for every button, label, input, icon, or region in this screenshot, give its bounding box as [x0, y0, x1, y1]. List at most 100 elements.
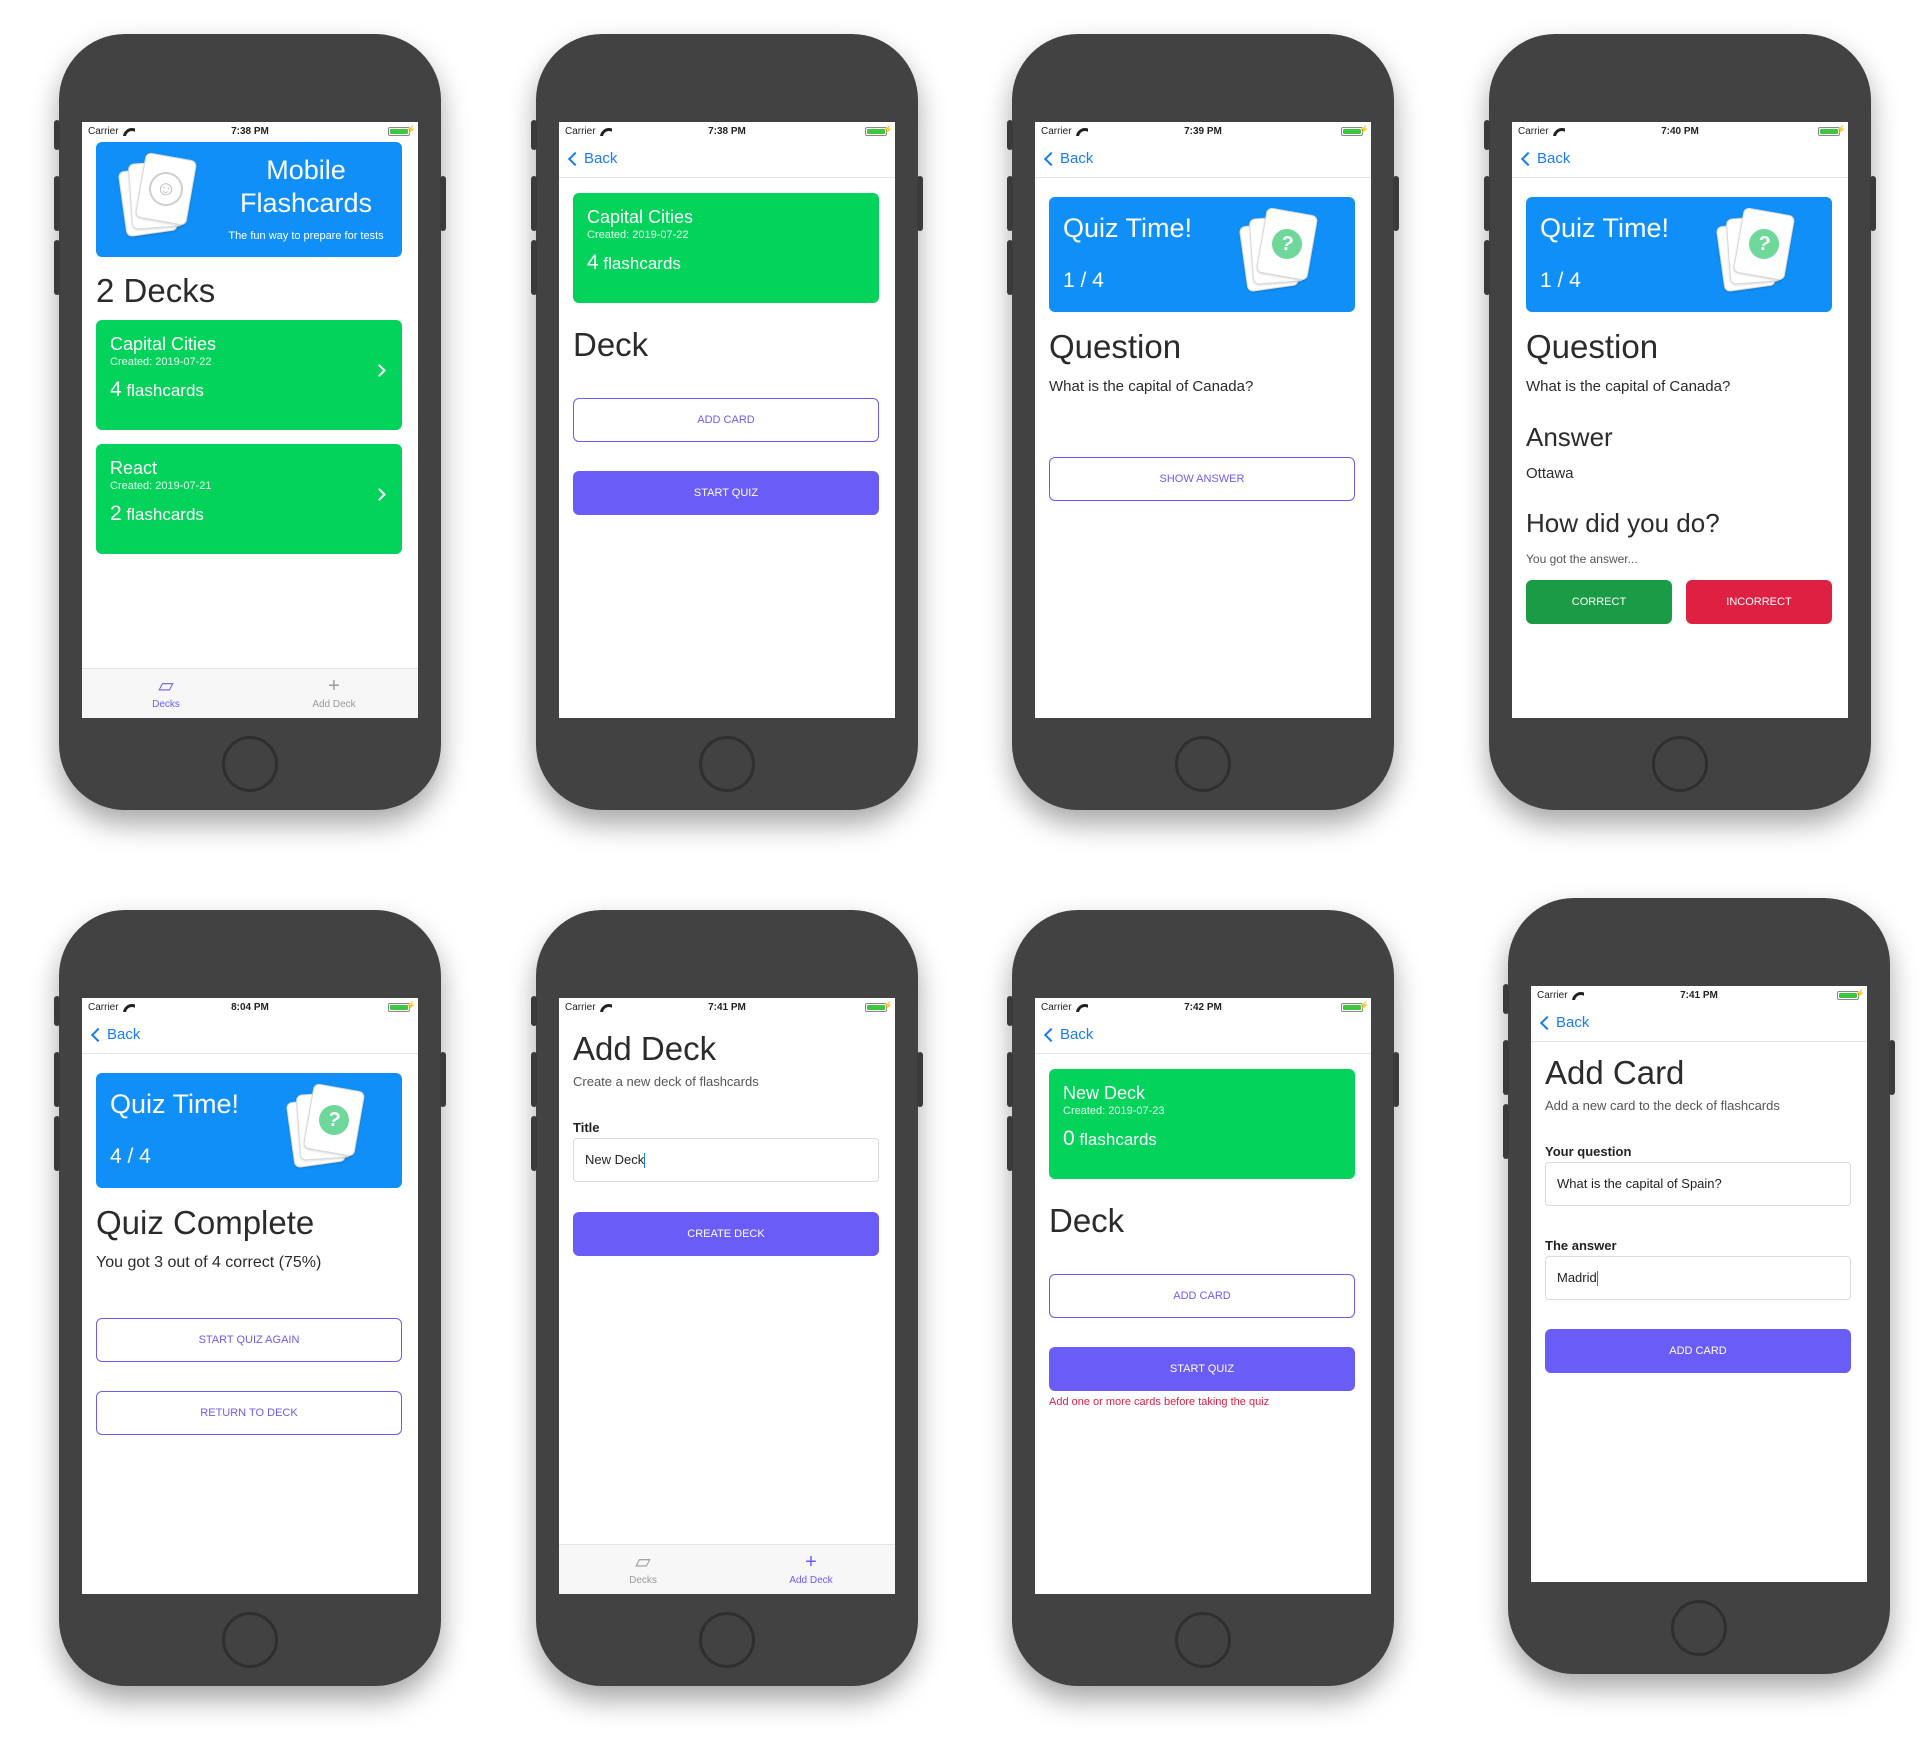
back-button[interactable]: Back [1043, 1026, 1093, 1043]
deck-count: 4 flashcards [587, 251, 865, 275]
back-label: Back [107, 1026, 141, 1043]
mute-switch [54, 996, 60, 1026]
start-quiz-button[interactable]: START QUIZ [573, 471, 879, 515]
nav-bar: Back [1531, 1006, 1867, 1042]
question-heading: Question [1526, 328, 1659, 365]
question-text: What is the capital of Canada? [1526, 378, 1731, 395]
quiz-banner: Quiz Time! 1 / 4 ? [1526, 197, 1832, 312]
nav-bar: Back [1035, 1018, 1371, 1054]
nav-bar: Back [1512, 142, 1848, 178]
charging-icon: ⚡ [1359, 125, 1369, 134]
phone-add-card: Carrier 7:41 PM ⚡ Back Add Card Add a ne… [1503, 898, 1895, 1674]
status-bar: Carrier 7:38 PM ⚡ [559, 122, 895, 142]
back-label: Back [1060, 150, 1094, 167]
answer-value: Madrid [1557, 1270, 1597, 1285]
plus-icon: + [805, 1551, 817, 1573]
question-mark-icon: ? [316, 1102, 352, 1138]
charging-icon: ⚡ [1855, 989, 1865, 998]
app-banner: ☺ Mobile Flashcards The fun way to prepa… [96, 142, 402, 257]
add-card-subtitle: Add a new card to the deck of flashcards [1545, 1098, 1780, 1113]
mute-switch [1007, 996, 1013, 1026]
banner-tagline: The fun way to prepare for tests [228, 230, 384, 242]
status-bar: Carrier 7:38 PM ⚡ [82, 122, 418, 142]
start-quiz-again-button[interactable]: START QUIZ AGAIN [96, 1318, 402, 1362]
back-button[interactable]: Back [1520, 150, 1570, 167]
back-button[interactable]: Back [567, 150, 617, 167]
deck-count-number: 4 [587, 251, 599, 274]
deck-heading: Deck [573, 326, 649, 363]
tab-add-deck[interactable]: + Add Deck [727, 1545, 895, 1594]
tab-decks[interactable]: ▱ Decks [559, 1545, 727, 1594]
screen: Carrier 7:38 PM ⚡ ☺ Mobile Flashcards Th… [82, 122, 418, 718]
deck-count-number: 0 [1063, 1127, 1075, 1150]
status-bar: Carrier 7:42 PM ⚡ [1035, 998, 1371, 1018]
mute-switch [54, 120, 60, 150]
power-button [917, 176, 923, 231]
power-button [1870, 176, 1876, 231]
add-card-submit-button[interactable]: ADD CARD [1545, 1329, 1851, 1373]
volume-down-button [54, 240, 60, 295]
mute-switch [1503, 984, 1509, 1014]
deck-title-input[interactable]: New Deck [573, 1138, 879, 1182]
back-button[interactable]: Back [1043, 150, 1093, 167]
add-card-button[interactable]: ADD CARD [573, 398, 879, 442]
status-bar: Carrier 8:04 PM ⚡ [82, 998, 418, 1018]
answer-heading: Answer [1526, 422, 1613, 452]
nav-bar: Back [559, 142, 895, 178]
deck-count: 0 flashcards [1063, 1127, 1341, 1151]
home-button [699, 1612, 755, 1668]
how-did-you-do-sub: You got the answer... [1526, 552, 1638, 566]
tab-add-deck[interactable]: + Add Deck [250, 669, 418, 718]
mute-switch [1007, 120, 1013, 150]
status-time: 7:40 PM [1661, 126, 1699, 137]
deck-created: Created: 2019-07-21 [110, 480, 212, 492]
chevron-left-icon [1043, 1027, 1059, 1042]
create-deck-button[interactable]: CREATE DECK [573, 1212, 879, 1256]
status-bar: Carrier 7:40 PM ⚡ [1512, 122, 1848, 142]
back-button[interactable]: Back [1539, 1014, 1589, 1031]
tab-decks[interactable]: ▱ Decks [82, 669, 250, 718]
nav-bar: Back [82, 1018, 418, 1054]
chevron-left-icon [90, 1027, 106, 1042]
show-answer-button[interactable]: SHOW ANSWER [1049, 457, 1355, 501]
volume-up-button [531, 1052, 537, 1107]
deck-created: Created: 2019-07-23 [1063, 1105, 1165, 1117]
volume-up-button [531, 176, 537, 231]
phone-quiz-answer: Carrier 7:40 PM ⚡ Back Quiz Time! 1 / 4 … [1484, 34, 1876, 810]
power-button [440, 1052, 446, 1107]
question-input[interactable]: What is the capital of Spain? [1545, 1162, 1851, 1206]
status-bar: Carrier 7:41 PM ⚡ [559, 998, 895, 1018]
deck-count-unit: flashcards [603, 254, 681, 273]
deck-title: React [110, 458, 158, 478]
charging-icon: ⚡ [883, 1001, 893, 1010]
banner-title: Mobile Flashcards [239, 155, 373, 218]
correct-button[interactable]: CORRECT [1526, 580, 1672, 624]
deck-card-react[interactable]: React Created: 2019-07-21 2 flashcards [96, 444, 402, 554]
text-cursor [1596, 1271, 1598, 1287]
power-button [1393, 176, 1399, 231]
return-to-deck-button[interactable]: RETURN TO DECK [96, 1391, 402, 1435]
answer-input[interactable]: Madrid [1545, 1256, 1851, 1300]
add-card-button[interactable]: ADD CARD [1049, 1274, 1355, 1318]
add-card-heading: Add Card [1545, 1054, 1685, 1091]
question-cards-icon: ? [1715, 206, 1796, 293]
deck-count: 4 flashcards [110, 378, 388, 402]
question-cards-icon: ? [285, 1082, 366, 1169]
question-heading: Question [1049, 328, 1182, 365]
volume-down-button [1007, 240, 1013, 295]
charging-icon: ⚡ [406, 125, 416, 134]
deck-card-capital-cities[interactable]: Capital Cities Created: 2019-07-22 4 fla… [96, 320, 402, 430]
screen: Carrier 7:40 PM ⚡ Back Quiz Time! 1 / 4 … [1512, 122, 1848, 718]
start-quiz-button[interactable]: START QUIZ [1049, 1347, 1355, 1391]
nav-bar: Back [1035, 142, 1371, 178]
question-cards-icon: ? [1238, 206, 1319, 293]
deck-card: New Deck Created: 2019-07-23 0 flashcard… [1049, 1069, 1355, 1179]
quiz-result-text: You got 3 out of 4 correct (75%) [96, 1254, 322, 1271]
deck-count: 2 flashcards [110, 502, 388, 526]
status-time: 7:42 PM [1184, 1002, 1222, 1013]
back-button[interactable]: Back [90, 1026, 140, 1043]
incorrect-button[interactable]: INCORRECT [1686, 580, 1832, 624]
tab-decks-label: Decks [629, 1575, 657, 1586]
quiz-progress: 4 / 4 [110, 1145, 151, 1168]
quiz-title: Quiz Time! [110, 1089, 240, 1119]
